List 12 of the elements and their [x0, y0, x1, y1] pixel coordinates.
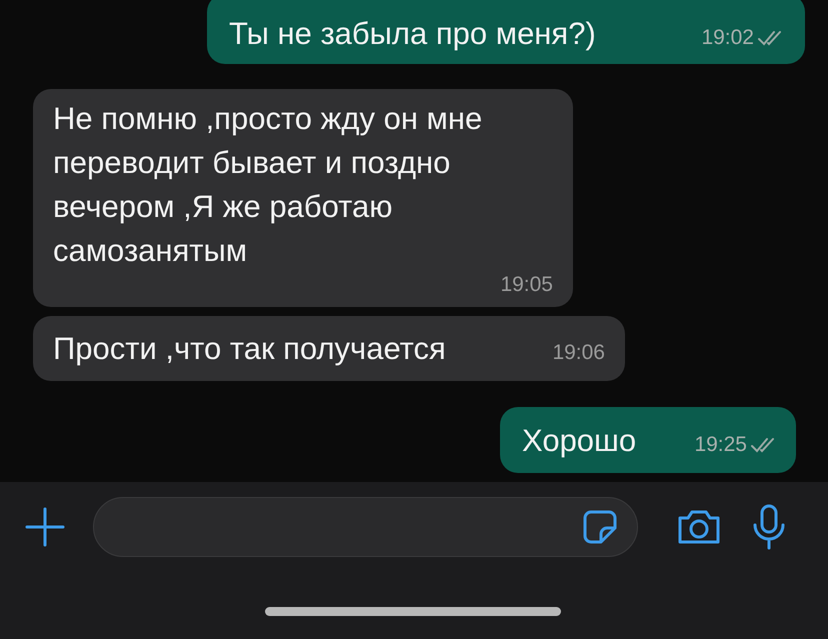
- message-text: Хорошо: [522, 422, 636, 460]
- message-time: 19:25: [694, 433, 747, 457]
- microphone-icon[interactable]: [752, 504, 786, 550]
- message-text: Не помню ,просто жду он мне переводит бывает и поздно вечером ,Я же работаю самозанятым: [53, 100, 484, 270]
- camera-icon[interactable]: [676, 508, 722, 546]
- message-text: Ты не забыла про меня?): [229, 15, 596, 53]
- message-time: 19:06: [552, 341, 605, 365]
- message-time: 19:02: [701, 26, 754, 50]
- add-icon[interactable]: [25, 507, 65, 547]
- message-text: Прости ,что так получается: [53, 330, 446, 368]
- message-time: 19:05: [500, 273, 553, 297]
- sticker-icon[interactable]: [581, 508, 619, 546]
